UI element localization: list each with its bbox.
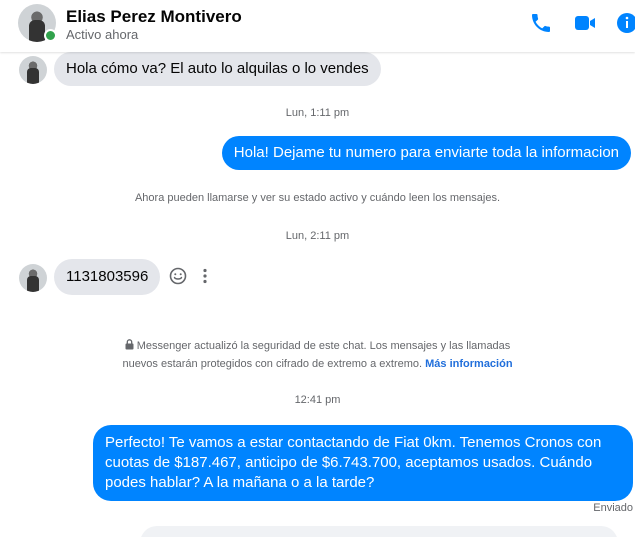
- more-vertical-icon[interactable]: [198, 266, 212, 286]
- message-bubble-outgoing[interactable]: Hola! Dejame tu numero para enviarte tod…: [221, 136, 631, 170]
- info-icon[interactable]: [615, 11, 635, 35]
- chat-header: Elias Perez Montivero Activo ahora: [0, 0, 635, 52]
- online-status-dot: [44, 29, 57, 42]
- timestamp: Lun, 2:11 pm: [285, 230, 350, 242]
- encryption-notice: Messenger actualizó la seguridad de este…: [0, 338, 635, 373]
- video-camera-icon[interactable]: [573, 11, 597, 35]
- more-info-link[interactable]: Más información: [425, 358, 512, 370]
- delivery-status: Enviado: [593, 502, 633, 514]
- lock-icon: [125, 339, 134, 356]
- message-input[interactable]: [140, 526, 618, 537]
- encryption-notice-line1: Messenger actualizó la seguridad de este…: [136, 340, 511, 352]
- sender-avatar: [19, 56, 47, 84]
- message-bubble-incoming[interactable]: 1131803596: [54, 259, 161, 295]
- contact-status: Activo ahora: [66, 27, 139, 42]
- contact-name[interactable]: Elias Perez Montivero: [66, 7, 242, 27]
- message-bubble-incoming[interactable]: Hola cómo va? El auto lo alquilas o lo v…: [54, 52, 381, 86]
- message-bubble-outgoing[interactable]: Perfecto! Te vamos a estar contactando d…: [93, 425, 633, 501]
- phone-icon[interactable]: [529, 11, 553, 35]
- message-list[interactable]: Hola cómo va? El auto lo alquilas o lo v…: [0, 52, 635, 537]
- sender-avatar: [19, 264, 47, 292]
- system-notice: Ahora pueden llamarse y ver su estado ac…: [134, 192, 501, 204]
- timestamp: Lun, 1:11 pm: [285, 107, 350, 119]
- encryption-notice-line2: nuevos estarán protegidos con cifrado de…: [122, 358, 423, 370]
- timestamp: 12:41 pm: [294, 394, 341, 406]
- smiley-icon[interactable]: [168, 266, 188, 286]
